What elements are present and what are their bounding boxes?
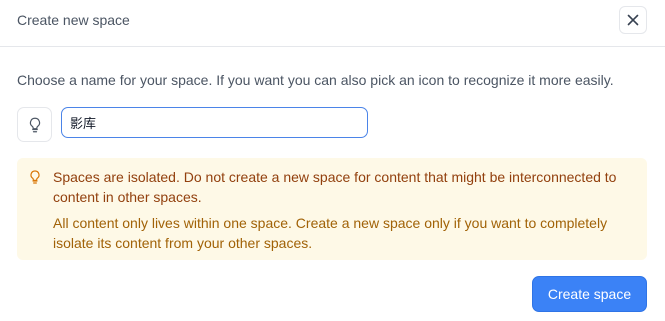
close-button[interactable] xyxy=(619,6,647,34)
intro-text: Choose a name for your space. If you wan… xyxy=(17,72,614,88)
dialog-header: Create new space xyxy=(0,0,665,47)
notice-heading: Spaces are isolated. Do not create a new… xyxy=(53,169,617,205)
notice-body: All content only lives within one space.… xyxy=(53,215,608,251)
create-space-dialog: Create new space Choose a name for your … xyxy=(0,0,665,321)
space-name-input[interactable] xyxy=(61,107,368,138)
dialog-title: Create new space xyxy=(17,12,130,28)
lightbulb-icon xyxy=(30,170,40,184)
icon-picker-button[interactable] xyxy=(17,107,52,142)
lightbulb-icon xyxy=(29,117,40,132)
isolation-notice: Spaces are isolated. Do not create a new… xyxy=(17,158,647,260)
create-space-button[interactable]: Create space xyxy=(532,276,647,312)
close-icon xyxy=(627,14,639,26)
